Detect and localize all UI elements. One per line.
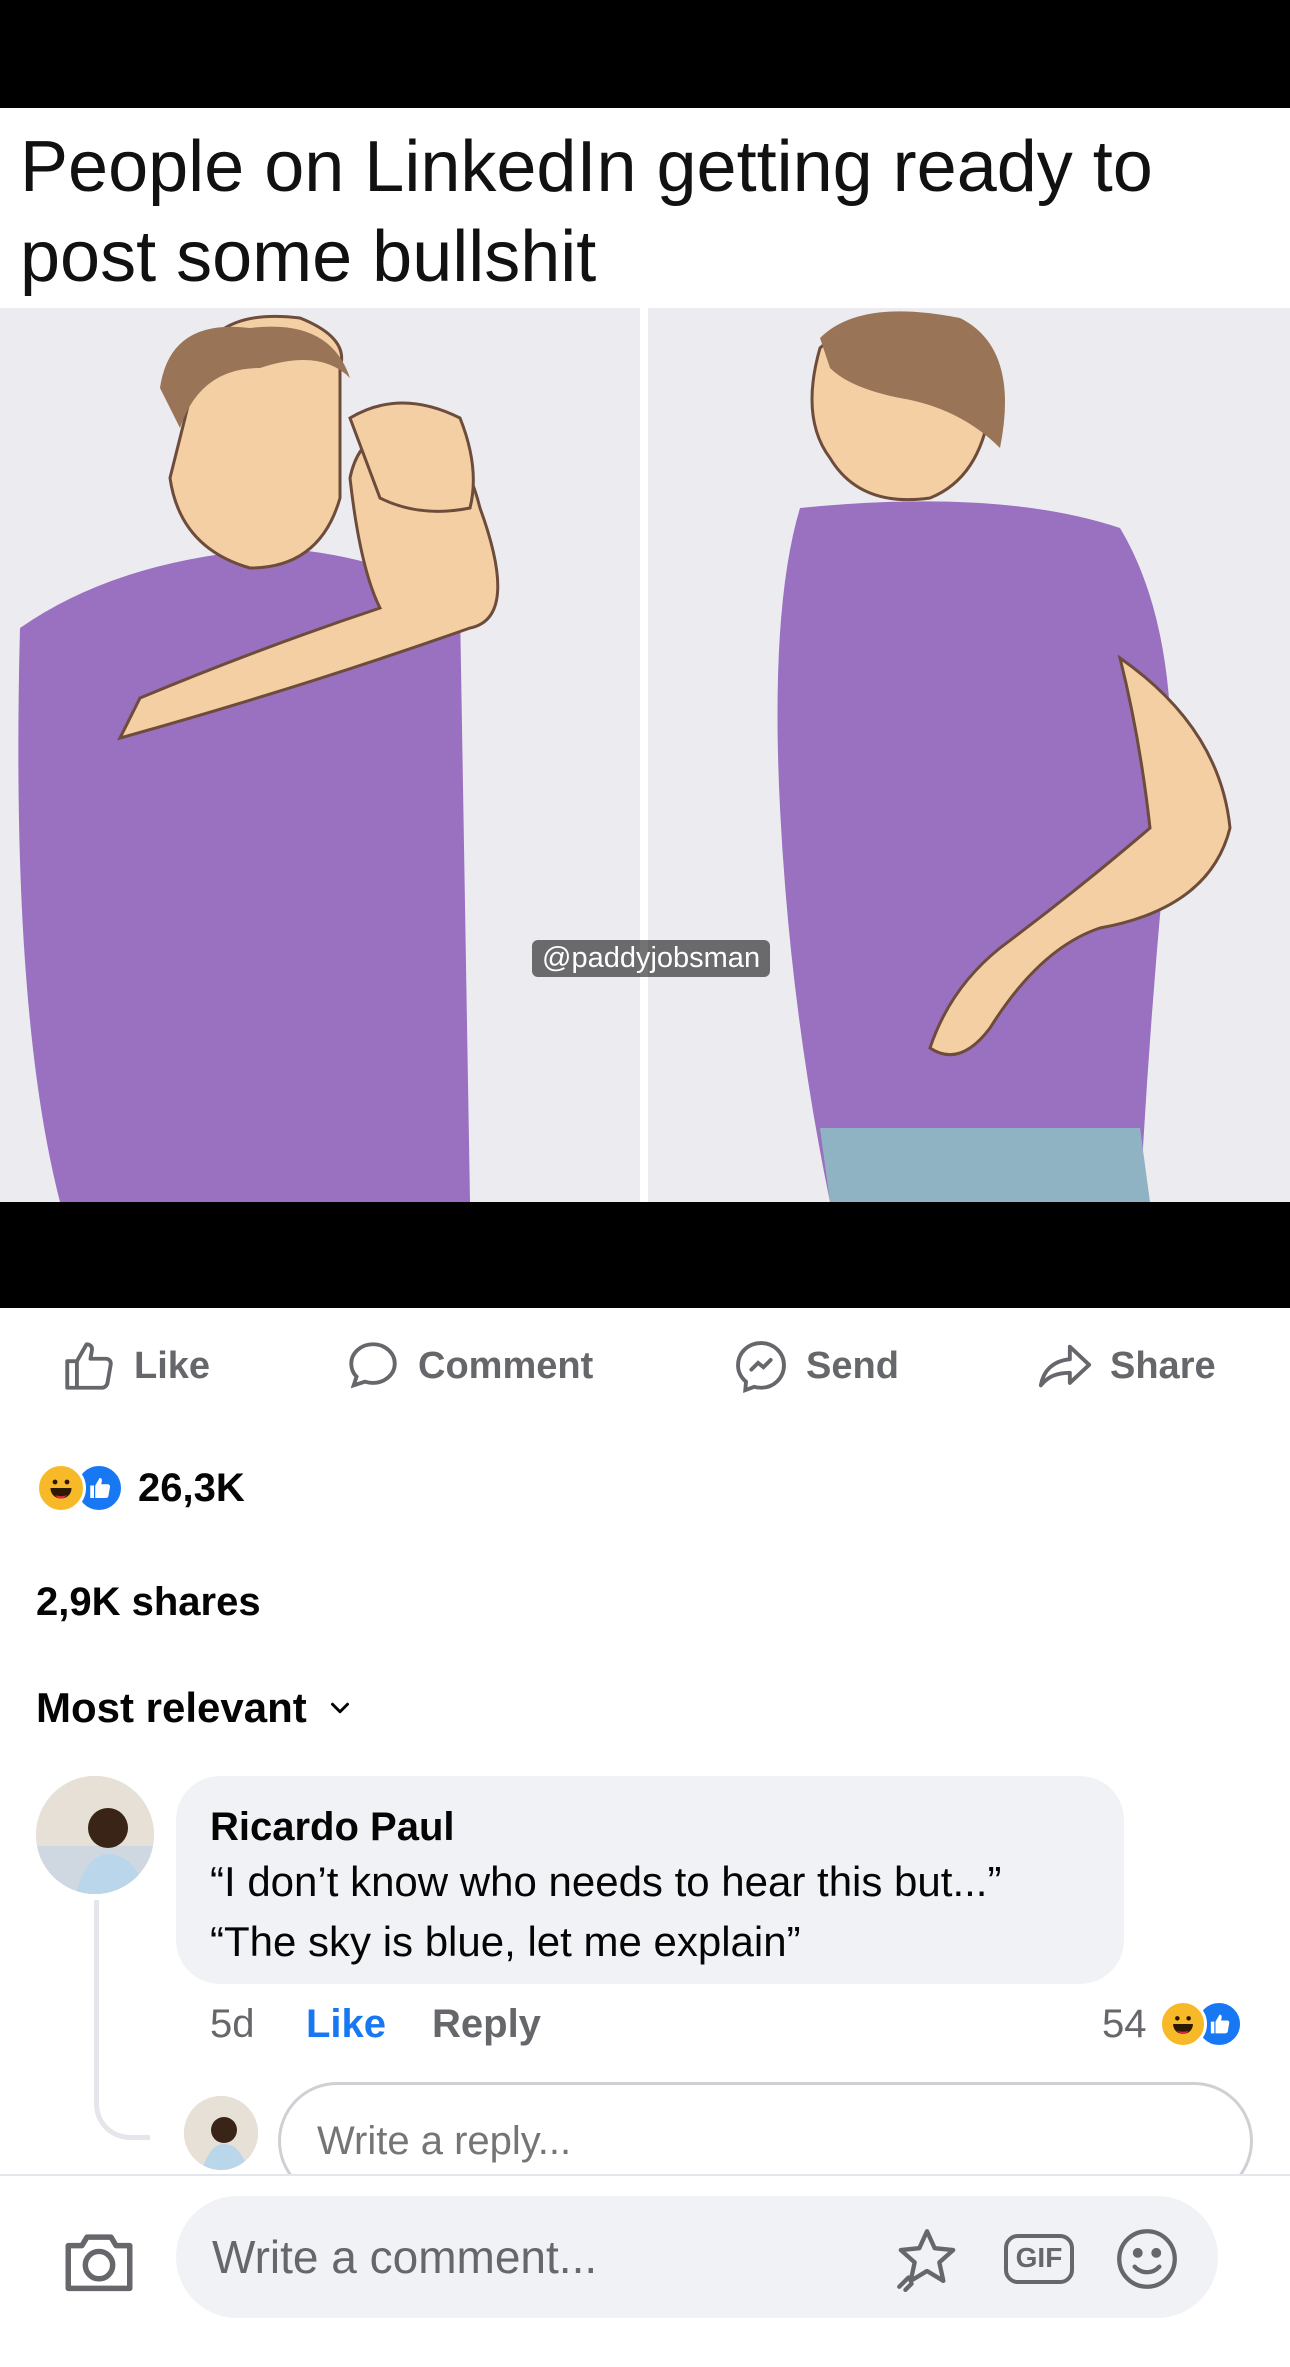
- share-button[interactable]: Share: [1036, 1336, 1216, 1396]
- comment-bubble[interactable]: Ricardo Paul “I don’t know who needs to …: [176, 1776, 1124, 1984]
- avatar[interactable]: [36, 1776, 154, 1894]
- share-arrow-icon: [1038, 1344, 1092, 1388]
- caption-line-1: People on LinkedIn getting ready to: [20, 127, 1153, 207]
- thread-line: [94, 1900, 150, 2140]
- haha-icon: [1158, 2000, 1207, 2048]
- reaction-count: 26,3K: [138, 1465, 245, 1510]
- thumbs-up-icon: [65, 1342, 113, 1390]
- sort-label: Most relevant: [36, 1684, 307, 1731]
- comment-text-line-2: “The sky is blue, let me explain”: [210, 1918, 801, 1965]
- stretching-man-illustration: [0, 308, 1290, 1202]
- caption-line-2: post some bullshit: [20, 217, 597, 297]
- meme-illustration: [0, 308, 1290, 1202]
- chevron-down-icon: [330, 1702, 349, 1714]
- comment-text-line-1: “I don’t know who needs to hear this but…: [210, 1858, 1002, 1905]
- comment-like-button[interactable]: Like: [306, 1994, 386, 2054]
- comment-timestamp: 5d: [210, 2001, 255, 2046]
- like-label: Like: [134, 1344, 211, 1387]
- haha-icon: [36, 1463, 86, 1513]
- share-count[interactable]: 2,9K shares: [36, 1580, 261, 1625]
- comment-placeholder: Write a comment...: [212, 2231, 598, 2283]
- comment-bubble-icon: [349, 1342, 397, 1389]
- gif-icon[interactable]: GIF: [1002, 2222, 1076, 2296]
- gif-label: GIF: [1015, 2242, 1063, 2273]
- comment-reaction-count[interactable]: 54: [1102, 1994, 1243, 2054]
- comment-button[interactable]: Comment: [344, 1336, 593, 1396]
- messenger-icon: [736, 1341, 786, 1394]
- avatar: [184, 2096, 258, 2170]
- send-button[interactable]: Send: [732, 1336, 899, 1396]
- sticker-icon[interactable]: [890, 2222, 964, 2296]
- comment-reply-button[interactable]: Reply: [432, 1994, 541, 2054]
- comment-author[interactable]: Ricardo Paul: [210, 1802, 1090, 1852]
- like-button[interactable]: Like: [60, 1336, 210, 1396]
- post-image[interactable]: People on LinkedIn getting ready to post…: [0, 0, 1290, 1308]
- reaction-summary[interactable]: 26,3K: [36, 1458, 245, 1518]
- share-label: Share: [1110, 1344, 1216, 1387]
- comment-sort-dropdown[interactable]: Most relevant: [36, 1684, 355, 1732]
- comment-reaction-number: 54: [1102, 2001, 1147, 2046]
- send-label: Send: [806, 1344, 899, 1387]
- watermark: @paddyjobsman: [532, 940, 771, 977]
- meme-caption: People on LinkedIn getting ready to post…: [0, 108, 1290, 308]
- comment-label: Comment: [418, 1344, 594, 1387]
- emoji-icon[interactable]: [1110, 2222, 1184, 2296]
- camera-icon[interactable]: [58, 2220, 140, 2302]
